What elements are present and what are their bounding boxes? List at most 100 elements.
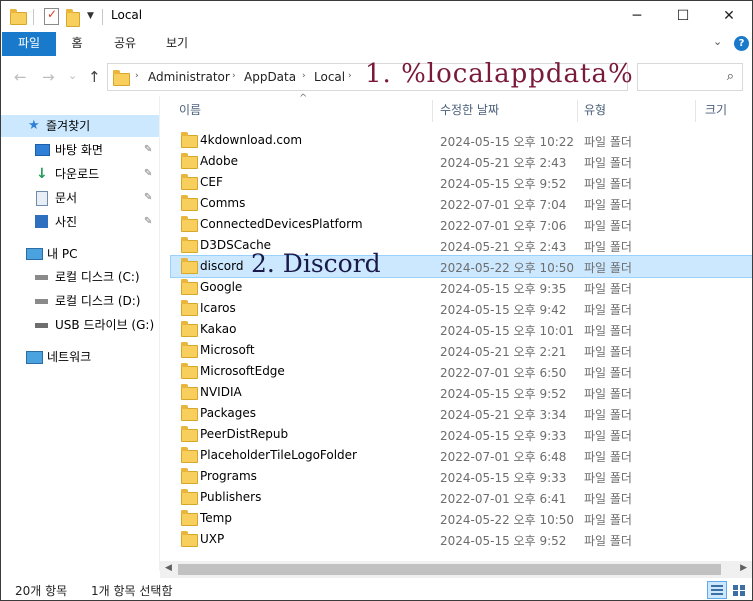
scroll-left-icon[interactable]: ◀ bbox=[165, 563, 172, 573]
details-view-icon bbox=[711, 585, 723, 587]
table-row[interactable]: NVIDIA 2024-05-15 오후 9:52 파일 폴더 bbox=[171, 382, 752, 403]
pane-divider[interactable] bbox=[159, 96, 160, 571]
table-row[interactable]: discord 2024-05-22 오후 10:50 파일 폴더 2. Discor… bbox=[170, 249, 752, 278]
column-header-name[interactable]: 이름 bbox=[179, 96, 201, 124]
folder-icon bbox=[181, 426, 198, 442]
tab-view[interactable]: 보기 bbox=[154, 32, 200, 56]
table-row[interactable]: Kakao 2024-05-15 오후 10:01 파일 폴더 bbox=[171, 319, 752, 340]
table-row[interactable]: Publishers 2022-07-01 오후 6:41 파일 폴더 bbox=[171, 487, 752, 508]
folder-icon bbox=[181, 279, 198, 295]
pin-icon[interactable]: ✎ bbox=[144, 139, 152, 161]
column-header-type[interactable]: 유형 bbox=[584, 96, 606, 124]
file-type: 파일 폴더 bbox=[584, 156, 632, 170]
table-row[interactable]: Google 2024-05-15 오후 9:35 파일 폴더 bbox=[171, 277, 752, 298]
table-row[interactable]: CEF 2024-05-15 오후 9:52 파일 폴더 bbox=[171, 172, 752, 193]
search-input[interactable]: ⌕ bbox=[637, 63, 743, 91]
customize-quick-access-icon[interactable]: ▼ bbox=[87, 11, 94, 21]
sidebar-item-desktop[interactable]: 바탕 화면 ✎ bbox=[1, 139, 159, 161]
column-header-date[interactable]: 수정한 날짜 bbox=[440, 96, 499, 124]
address-bar[interactable]: › Administrator › AppData › Local › 1. %… bbox=[107, 59, 633, 91]
minimize-button[interactable]: ─ bbox=[614, 1, 660, 32]
file-name[interactable]: Packages bbox=[200, 406, 256, 420]
table-row[interactable]: Programs 2024-05-15 오후 9:33 파일 폴더 bbox=[171, 466, 752, 487]
sidebar-item-drive-d[interactable]: 로컬 디스크 (D:) bbox=[1, 290, 159, 312]
file-name[interactable]: MicrosoftEdge bbox=[200, 364, 285, 378]
file-date: 2024-05-15 오후 9:52 bbox=[440, 534, 567, 548]
file-name[interactable]: Kakao bbox=[200, 322, 236, 336]
table-row[interactable]: Microsoft 2024-05-21 오후 2:21 파일 폴더 bbox=[171, 340, 752, 361]
table-row[interactable]: PeerDistRepub 2024-05-15 오후 9:33 파일 폴더 bbox=[171, 424, 752, 445]
tab-home[interactable]: 홈 bbox=[57, 32, 97, 56]
folder-icon bbox=[181, 174, 198, 190]
folder-icon bbox=[181, 447, 198, 463]
table-row[interactable]: MicrosoftEdge 2022-07-01 오후 6:50 파일 폴더 bbox=[171, 361, 752, 382]
table-row[interactable]: UXP 2024-05-15 오후 9:52 파일 폴더 bbox=[171, 529, 752, 550]
file-name[interactable]: Adobe bbox=[200, 154, 238, 168]
details-view-button[interactable] bbox=[707, 581, 727, 599]
table-row[interactable]: Icaros 2024-05-15 오후 9:42 파일 폴더 bbox=[171, 298, 752, 319]
table-row[interactable]: Comms 2022-07-01 오후 7:04 파일 폴더 bbox=[171, 193, 752, 214]
file-type: 파일 폴더 bbox=[584, 366, 632, 380]
sidebar-item-quick-access[interactable]: ★ 즐겨찾기 bbox=[1, 115, 159, 137]
close-button[interactable]: ✕ bbox=[706, 1, 752, 32]
file-date: 2024-05-15 오후 9:33 bbox=[440, 429, 567, 443]
pin-icon[interactable]: ✎ bbox=[144, 211, 152, 233]
sidebar-item-downloads[interactable]: ↓ 다운로드 ✎ bbox=[1, 163, 159, 185]
forward-button[interactable]: → bbox=[42, 68, 55, 86]
tab-share[interactable]: 공유 bbox=[103, 32, 147, 56]
table-row[interactable]: 4kdownload.com 2024-05-15 오후 10:22 파일 폴더 bbox=[171, 130, 752, 151]
file-name[interactable]: 4kdownload.com bbox=[200, 133, 302, 147]
file-type: 파일 폴더 bbox=[584, 282, 632, 296]
file-name[interactable]: Icaros bbox=[200, 301, 236, 315]
breadcrumb-appdata[interactable]: AppData bbox=[244, 70, 296, 84]
pin-icon[interactable]: ✎ bbox=[144, 187, 152, 209]
column-divider[interactable] bbox=[577, 100, 578, 122]
sidebar-item-drive-c[interactable]: 로컬 디스크 (C:) bbox=[1, 266, 159, 288]
horizontal-scrollbar[interactable]: ◀ ▶ bbox=[160, 561, 752, 578]
scroll-right-icon[interactable]: ▶ bbox=[740, 563, 747, 573]
column-header-size[interactable]: 크기 bbox=[705, 96, 727, 124]
sidebar-item-network[interactable]: 네트워크 bbox=[1, 346, 159, 368]
pin-icon[interactable]: ✎ bbox=[144, 163, 152, 185]
table-row[interactable]: PlaceholderTileLogoFolder 2022-07-01 오후 6… bbox=[171, 445, 752, 466]
collapse-ribbon-icon[interactable]: ⌄ bbox=[713, 35, 722, 48]
file-name[interactable]: Publishers bbox=[200, 490, 261, 504]
file-name[interactable]: discord bbox=[200, 259, 243, 273]
file-name[interactable]: CEF bbox=[200, 175, 223, 189]
column-divider[interactable] bbox=[695, 100, 696, 122]
column-divider[interactable] bbox=[432, 100, 433, 122]
help-icon[interactable]: ? bbox=[734, 36, 749, 51]
file-name[interactable]: Google bbox=[200, 280, 242, 294]
table-row[interactable]: Temp 2024-05-22 오후 10:50 파일 폴더 bbox=[171, 508, 752, 529]
properties-icon[interactable]: ✓ bbox=[44, 7, 59, 25]
maximize-button[interactable]: ☐ bbox=[660, 1, 706, 32]
folder-icon bbox=[181, 384, 198, 400]
recent-locations-button[interactable]: ⌄ bbox=[68, 69, 77, 82]
sidebar-item-documents[interactable]: 문서 ✎ bbox=[1, 187, 159, 209]
sidebar-item-this-pc[interactable]: 내 PC bbox=[1, 243, 159, 265]
table-row[interactable]: Packages 2024-05-21 오후 3:34 파일 폴더 bbox=[171, 403, 752, 424]
breadcrumb-local[interactable]: Local bbox=[314, 70, 345, 84]
file-name[interactable]: Programs bbox=[200, 469, 257, 483]
sidebar-item-pictures[interactable]: 사진 ✎ bbox=[1, 211, 159, 233]
file-name[interactable]: NVIDIA bbox=[200, 385, 242, 399]
file-name[interactable]: Microsoft bbox=[200, 343, 255, 357]
breadcrumb-administrator[interactable]: Administrator bbox=[148, 70, 230, 84]
back-button[interactable]: ← bbox=[14, 68, 27, 86]
table-row[interactable]: ConnectedDevicesPlatform 2022-07-01 오후 7:… bbox=[171, 214, 752, 235]
file-name[interactable]: ConnectedDevicesPlatform bbox=[200, 217, 363, 231]
file-name[interactable]: PeerDistRepub bbox=[200, 427, 288, 441]
scrollbar-thumb[interactable] bbox=[178, 564, 721, 575]
sidebar-item-drive-g[interactable]: USB 드라이브 (G:) bbox=[1, 314, 159, 336]
new-folder-icon[interactable] bbox=[66, 9, 80, 27]
large-icons-view-button[interactable] bbox=[729, 581, 749, 599]
file-name[interactable]: Temp bbox=[200, 511, 232, 525]
up-button[interactable]: ↑ bbox=[88, 68, 101, 86]
table-row[interactable]: Adobe 2024-05-21 오후 2:43 파일 폴더 bbox=[171, 151, 752, 172]
file-name[interactable]: UXP bbox=[200, 532, 224, 546]
file-date: 2024-05-15 오후 10:01 bbox=[440, 324, 575, 338]
search-icon[interactable]: ⌕ bbox=[727, 69, 734, 84]
tab-file[interactable]: 파일 bbox=[2, 32, 56, 56]
file-name[interactable]: PlaceholderTileLogoFolder bbox=[200, 448, 357, 462]
file-name[interactable]: Comms bbox=[200, 196, 245, 210]
